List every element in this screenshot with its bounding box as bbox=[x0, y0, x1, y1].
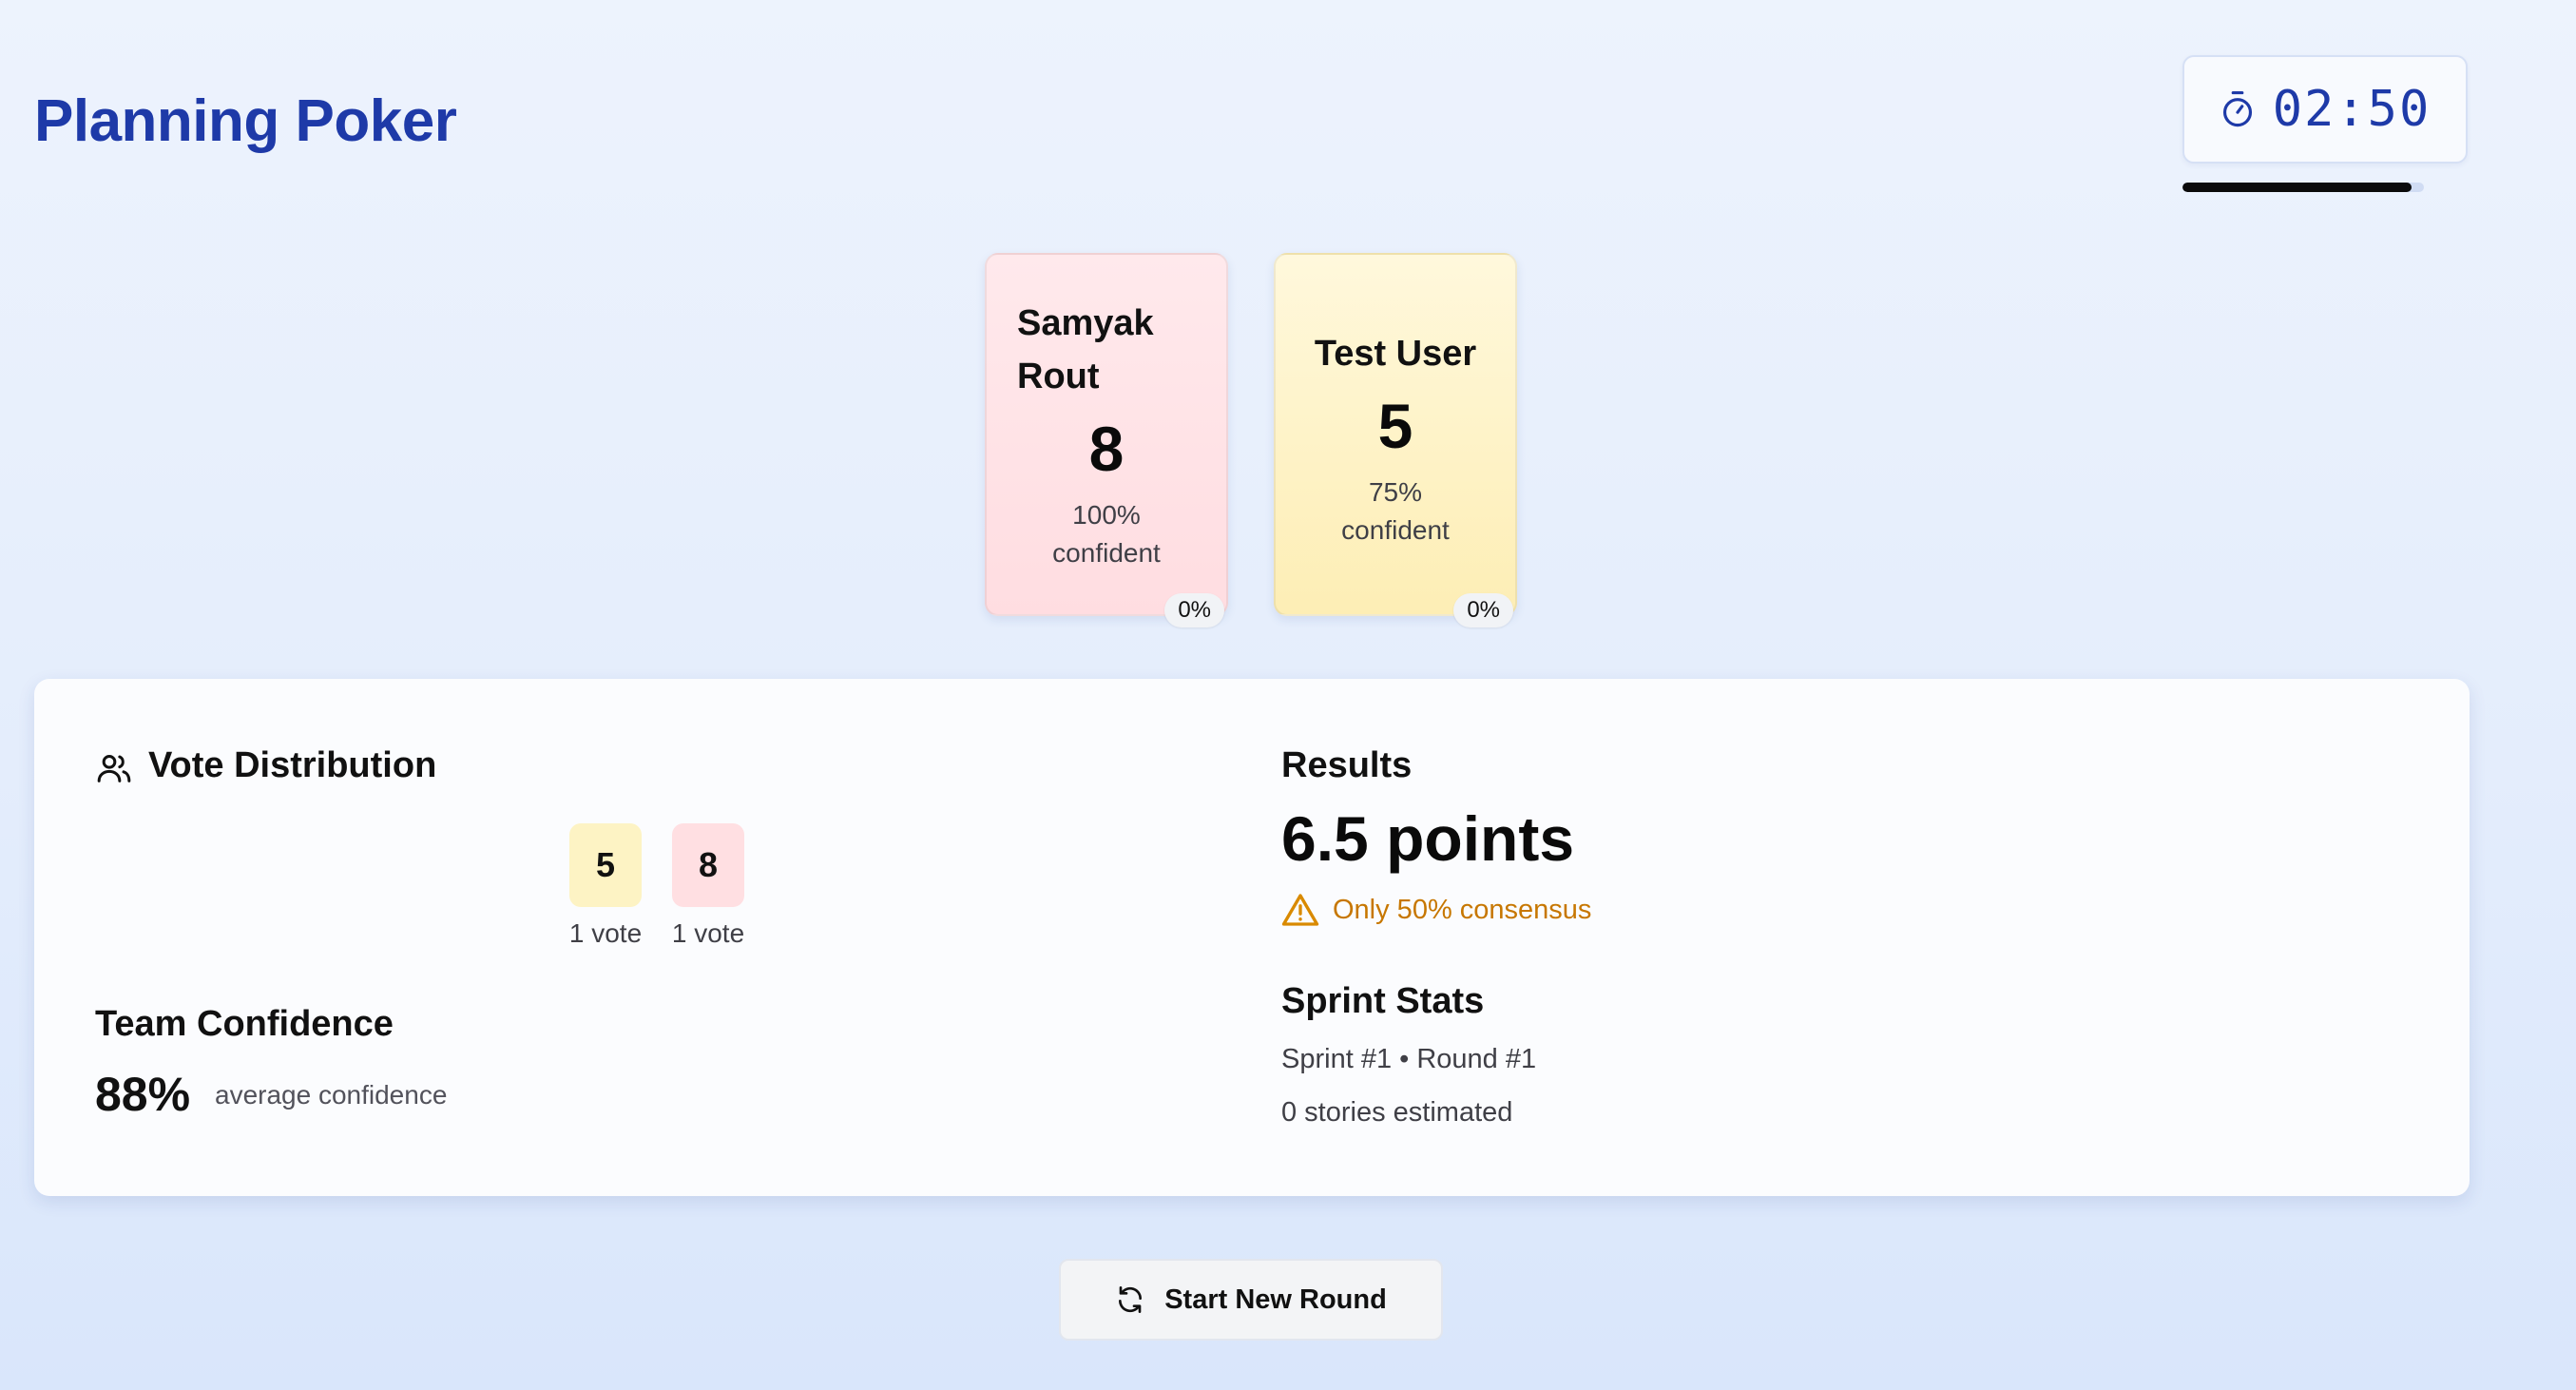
results-panel: Vote Distribution 5 1 vote 8 1 vote Team… bbox=[34, 679, 2470, 1196]
vote-card[interactable]: Test User 5 75% confident 0% bbox=[1274, 253, 1517, 627]
team-confidence-value: 88% bbox=[95, 1068, 191, 1121]
distribution-item: 8 1 vote bbox=[669, 823, 747, 949]
page-title: Planning Poker bbox=[34, 88, 457, 154]
warning-triangle-icon bbox=[1281, 894, 1319, 926]
timer-progress-fill bbox=[2182, 183, 2413, 192]
consensus-warning: Only 50% consensus bbox=[1281, 892, 1591, 928]
vote-card[interactable]: Samyak Rout 8 100% confident 0% bbox=[985, 253, 1228, 627]
distribution-value: 5 bbox=[569, 823, 642, 907]
card-confidence-label: confident bbox=[1052, 538, 1161, 568]
card-vote-value: 8 bbox=[1088, 414, 1125, 484]
card-player-name: Test User bbox=[1314, 334, 1477, 374]
card-confidence-percent: 75% bbox=[1368, 477, 1423, 507]
sprint-round-info: Sprint #1 • Round #1 bbox=[1281, 1044, 1537, 1074]
distribution-value: 8 bbox=[672, 823, 744, 907]
card-badge: 0% bbox=[1164, 593, 1224, 627]
results-heading: Results bbox=[1281, 745, 1413, 785]
results-points: 6.5 points bbox=[1281, 803, 1575, 874]
timer-value: 02:50 bbox=[2272, 81, 2432, 138]
timer-progress-bar bbox=[2182, 183, 2424, 192]
card-player-name: Samyak Rout bbox=[1017, 303, 1154, 396]
card-badge: 0% bbox=[1453, 593, 1513, 627]
team-confidence-heading: Team Confidence bbox=[95, 1004, 394, 1044]
stories-estimated: 0 stories estimated bbox=[1281, 1097, 1513, 1128]
card-confidence-percent: 100% bbox=[1072, 500, 1141, 530]
distribution-count: 1 vote bbox=[568, 918, 643, 948]
countdown-timer: 02:50 bbox=[2182, 55, 2468, 164]
start-new-round-label: Start New Round bbox=[1164, 1284, 1387, 1315]
card-confidence: 100% confident bbox=[1052, 496, 1161, 572]
vote-distribution-heading: Vote Distribution bbox=[148, 745, 437, 785]
distribution-item: 5 1 vote bbox=[567, 823, 644, 949]
users-icon bbox=[97, 755, 131, 782]
consensus-warning-text: Only 50% consensus bbox=[1333, 894, 1592, 925]
card-confidence: 75% confident bbox=[1341, 473, 1450, 550]
start-new-round-button[interactable]: Start New Round bbox=[1059, 1259, 1443, 1341]
sprint-stats-heading: Sprint Stats bbox=[1281, 981, 1485, 1021]
team-confidence-caption: average confidence bbox=[215, 1080, 448, 1110]
card-vote-value: 5 bbox=[1377, 391, 1413, 461]
refresh-icon bbox=[1119, 1286, 1143, 1313]
distribution-count: 1 vote bbox=[671, 918, 745, 948]
stopwatch-icon bbox=[2222, 91, 2252, 127]
card-confidence-label: confident bbox=[1341, 515, 1450, 545]
